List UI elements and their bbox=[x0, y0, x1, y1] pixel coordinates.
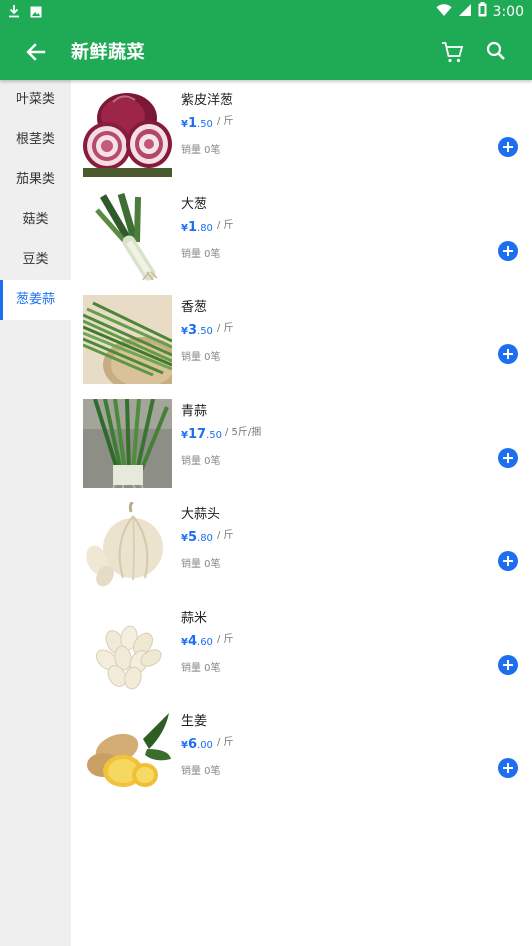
add-to-cart-button[interactable] bbox=[498, 551, 518, 571]
category-item-root[interactable]: 根茎类 bbox=[0, 120, 71, 160]
product-sales: 销量 0笔 bbox=[181, 145, 221, 156]
product-image-green-garlic bbox=[83, 398, 172, 488]
product-image-scallion bbox=[83, 295, 172, 384]
cart-icon[interactable] bbox=[440, 39, 466, 65]
product-name: 生姜 bbox=[181, 714, 208, 729]
clock: 3:00 bbox=[492, 3, 524, 20]
back-arrow-icon[interactable] bbox=[22, 38, 50, 66]
product-price: ¥17.50 bbox=[181, 426, 222, 442]
status-bar: 3:00 bbox=[0, 0, 532, 24]
product-name: 蒜米 bbox=[181, 610, 208, 626]
add-to-cart-button[interactable] bbox=[498, 758, 518, 778]
product-sales: 销量 0笔 bbox=[181, 766, 221, 777]
product-unit: / 5斤/捆 bbox=[225, 426, 262, 438]
add-to-cart-button[interactable] bbox=[498, 447, 518, 468]
category-item-leafy[interactable]: 叶菜类 bbox=[0, 80, 71, 120]
product-price: ¥6.00 bbox=[181, 737, 213, 752]
product-item[interactable]: 大蒜头 ¥5.80 / 斤 销量 0笔 bbox=[71, 494, 532, 598]
product-name: 紫皮洋葱 bbox=[181, 93, 234, 108]
page-title: 新鲜蔬菜 bbox=[71, 42, 145, 63]
product-sales: 销量 0笔 bbox=[181, 455, 221, 467]
product-sales: 销量 0笔 bbox=[181, 352, 221, 363]
product-name: 大蒜头 bbox=[181, 507, 221, 522]
wifi-icon bbox=[436, 3, 452, 21]
product-image-red-onion bbox=[83, 88, 172, 177]
product-unit: / 斤 bbox=[217, 530, 234, 541]
product-price: ¥4.60 bbox=[181, 633, 213, 649]
category-sidebar: 叶菜类 根茎类 茄果类 菇类 豆类 葱姜蒜 bbox=[0, 80, 71, 946]
battery-icon bbox=[478, 2, 487, 21]
product-item[interactable]: 蒜米 ¥4.60 / 斤 销量 0笔 bbox=[71, 598, 532, 702]
product-price: ¥1.50 bbox=[181, 116, 213, 131]
category-item-mushroom[interactable]: 菇类 bbox=[0, 200, 71, 240]
product-sales: 销量 0笔 bbox=[181, 248, 221, 260]
product-name: 青蒜 bbox=[181, 403, 208, 419]
product-name: 香葱 bbox=[181, 300, 208, 315]
add-to-cart-button[interactable] bbox=[498, 240, 518, 261]
product-image-garlic-cloves bbox=[83, 605, 172, 695]
product-item[interactable]: 生姜 ¥6.00 / 斤 销量 0笔 bbox=[71, 701, 532, 805]
product-name: 大葱 bbox=[181, 196, 208, 212]
product-item[interactable]: 香葱 ¥3.50 / 斤 销量 0笔 bbox=[71, 287, 532, 391]
app-bar: 新鲜蔬菜 bbox=[0, 24, 532, 80]
product-item[interactable]: 紫皮洋葱 ¥1.50 / 斤 销量 0笔 bbox=[71, 80, 532, 184]
category-item-beans[interactable]: 豆类 bbox=[0, 240, 71, 280]
product-image-ginger bbox=[83, 709, 172, 798]
product-price: ¥1.80 bbox=[181, 219, 213, 235]
add-to-cart-button[interactable] bbox=[498, 137, 518, 157]
product-image-leek bbox=[83, 191, 172, 281]
photo-icon bbox=[30, 3, 42, 22]
signal-icon bbox=[458, 3, 472, 21]
category-item-onion-ginger-garlic[interactable]: 葱姜蒜 bbox=[0, 280, 71, 320]
product-sales: 销量 0笔 bbox=[181, 662, 221, 674]
product-unit: / 斤 bbox=[217, 737, 234, 748]
add-to-cart-button[interactable] bbox=[498, 344, 518, 364]
product-unit: / 斤 bbox=[217, 633, 234, 645]
product-image-garlic-bulb bbox=[83, 502, 172, 591]
download-icon bbox=[8, 3, 20, 22]
product-price: ¥5.80 bbox=[181, 530, 213, 545]
product-unit: / 斤 bbox=[217, 116, 234, 127]
product-unit: / 斤 bbox=[217, 323, 234, 334]
product-list: 紫皮洋葱 ¥1.50 / 斤 销量 0笔 大葱 ¥1.80 / 斤 销量 0笔 bbox=[71, 80, 532, 805]
category-item-fruit-veg[interactable]: 茄果类 bbox=[0, 160, 71, 200]
product-sales: 销量 0笔 bbox=[181, 559, 221, 570]
add-to-cart-button[interactable] bbox=[498, 654, 518, 675]
product-price: ¥3.50 bbox=[181, 323, 213, 338]
search-icon[interactable] bbox=[484, 39, 508, 63]
product-item[interactable]: 青蒜 ¥17.50 / 5斤/捆 销量 0笔 bbox=[71, 391, 532, 495]
product-item[interactable]: 大葱 ¥1.80 / 斤 销量 0笔 bbox=[71, 184, 532, 288]
product-unit: / 斤 bbox=[217, 219, 234, 231]
